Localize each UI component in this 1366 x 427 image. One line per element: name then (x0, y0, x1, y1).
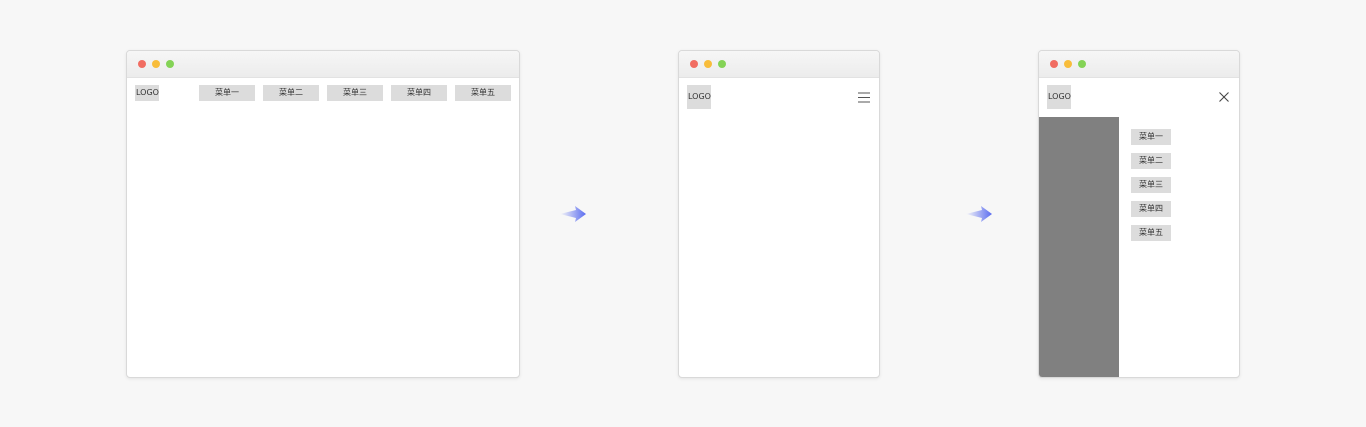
close-dot-icon (1050, 60, 1058, 68)
window-titlebar (1039, 51, 1239, 78)
close-dot-icon (690, 60, 698, 68)
menu-item-4[interactable]: 菜单四 (391, 85, 447, 101)
menu-item-5[interactable]: 菜单五 (455, 85, 511, 101)
desktop-window: LOGO 菜单一 菜单二 菜单三 菜单四 菜单五 (126, 50, 520, 378)
drawer-menu-item-5[interactable]: 菜单五 (1131, 225, 1171, 241)
arrow-right-icon (966, 206, 992, 222)
drawer-menu-item-1[interactable]: 菜单一 (1131, 129, 1171, 145)
mobile-window: LOGO (678, 50, 880, 378)
window-titlebar (679, 51, 879, 78)
minimize-dot-icon (1064, 60, 1072, 68)
window-titlebar (127, 51, 519, 78)
mobile-open-window: LOGO 菜单一 菜单二 菜单三 菜单四 菜单五 (1038, 50, 1240, 378)
logo: LOGO (687, 85, 711, 109)
menu-item-2[interactable]: 菜单二 (263, 85, 319, 101)
dimmed-overlay[interactable] (1039, 117, 1119, 377)
hamburger-icon[interactable] (858, 92, 870, 103)
menu-item-1[interactable]: 菜单一 (199, 85, 255, 101)
arrow-right-icon (560, 206, 586, 222)
close-icon[interactable] (1219, 92, 1229, 102)
close-dot-icon (138, 60, 146, 68)
logo: LOGO (135, 85, 159, 101)
menu-item-3[interactable]: 菜单三 (327, 85, 383, 101)
logo: LOGO (1047, 85, 1071, 109)
drawer-menu-item-4[interactable]: 菜单四 (1131, 201, 1171, 217)
maximize-dot-icon (718, 60, 726, 68)
drawer-menu-item-3[interactable]: 菜单三 (1131, 177, 1171, 193)
drawer-menu-item-2[interactable]: 菜单二 (1131, 153, 1171, 169)
maximize-dot-icon (166, 60, 174, 68)
minimize-dot-icon (152, 60, 160, 68)
minimize-dot-icon (704, 60, 712, 68)
maximize-dot-icon (1078, 60, 1086, 68)
